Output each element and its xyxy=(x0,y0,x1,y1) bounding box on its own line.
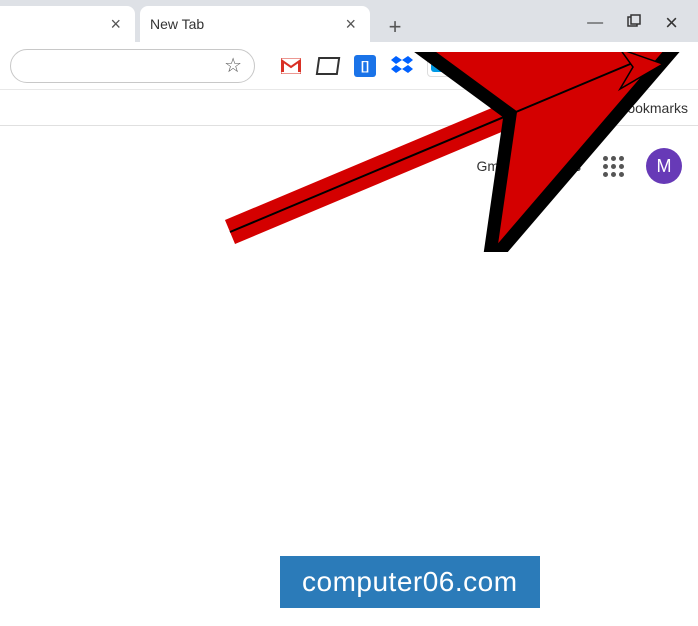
bookmarks-bar: Other bookmarks xyxy=(0,90,698,126)
browser-toolbar: ☆ [] P xyxy=(0,42,698,90)
close-icon[interactable]: × xyxy=(341,12,360,37)
new-tab-page-links: Gmail Images M xyxy=(477,148,682,184)
chrome-menu-button[interactable] xyxy=(615,57,635,75)
tab-strip: × New Tab × + — × xyxy=(0,0,698,42)
extensions-row: [] P xyxy=(279,52,637,80)
toolbar-divider xyxy=(546,54,547,78)
minimize-button[interactable]: — xyxy=(587,14,603,32)
images-link[interactable]: Images xyxy=(535,158,581,174)
onedrive-extension-icon[interactable] xyxy=(427,55,453,77)
new-tab-button[interactable]: + xyxy=(380,12,410,42)
maximize-icon xyxy=(627,14,641,28)
other-bookmarks-label: Other bookmarks xyxy=(581,100,688,116)
tab-title: New Tab xyxy=(150,16,204,32)
gmail-link[interactable]: Gmail xyxy=(477,158,514,174)
blue-extension-icon[interactable]: [] xyxy=(353,54,377,78)
folder-icon xyxy=(553,100,573,116)
window-controls: — × xyxy=(587,10,698,42)
watermark-banner: computer06.com xyxy=(280,556,540,608)
other-bookmarks-folder[interactable]: Other bookmarks xyxy=(553,100,688,116)
browser-tab-1[interactable]: × xyxy=(0,6,135,42)
browser-tab-new[interactable]: New Tab × xyxy=(140,6,370,42)
tag-extension-icon[interactable] xyxy=(316,54,340,78)
google-apps-button[interactable] xyxy=(603,156,624,177)
maximize-button[interactable] xyxy=(627,14,641,33)
close-window-button[interactable]: × xyxy=(665,10,678,36)
profile-icon xyxy=(572,58,588,74)
address-bar[interactable]: ☆ xyxy=(10,49,255,83)
gmail-extension-icon[interactable] xyxy=(279,54,303,78)
lastpass-extension-icon[interactable] xyxy=(503,54,527,78)
dropbox-extension-icon[interactable] xyxy=(390,54,414,78)
account-avatar[interactable]: M xyxy=(646,148,682,184)
close-icon[interactable]: × xyxy=(106,12,125,37)
pinterest-extension-icon[interactable]: P xyxy=(466,54,490,78)
bookmark-star-icon[interactable]: ☆ xyxy=(224,53,242,78)
plus-icon: + xyxy=(389,14,402,40)
avatar-letter: M xyxy=(657,156,672,177)
menu-dots-icon xyxy=(623,57,627,61)
profile-button[interactable] xyxy=(566,52,594,80)
